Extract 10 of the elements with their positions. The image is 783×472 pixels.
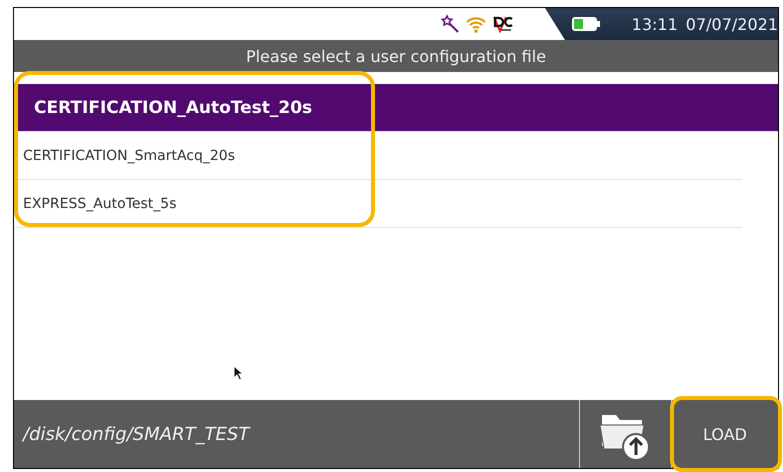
date-text: 07/07/2021 (686, 14, 778, 34)
dc-power-icon (491, 14, 515, 34)
header-title: Please select a user configuration file (246, 46, 546, 66)
folder-path: /disk/config/SMART_TEST (20, 422, 252, 446)
file-list-item[interactable]: EXPRESS_AutoTest_5s (14, 180, 742, 228)
magic-wand-icon (441, 14, 461, 34)
battery-icon (571, 16, 601, 32)
mouse-cursor-icon (233, 365, 245, 381)
clock-time: 13:11 (632, 14, 678, 34)
file-list-item[interactable]: CERTIFICATION_SmartAcq_20s (14, 132, 742, 180)
